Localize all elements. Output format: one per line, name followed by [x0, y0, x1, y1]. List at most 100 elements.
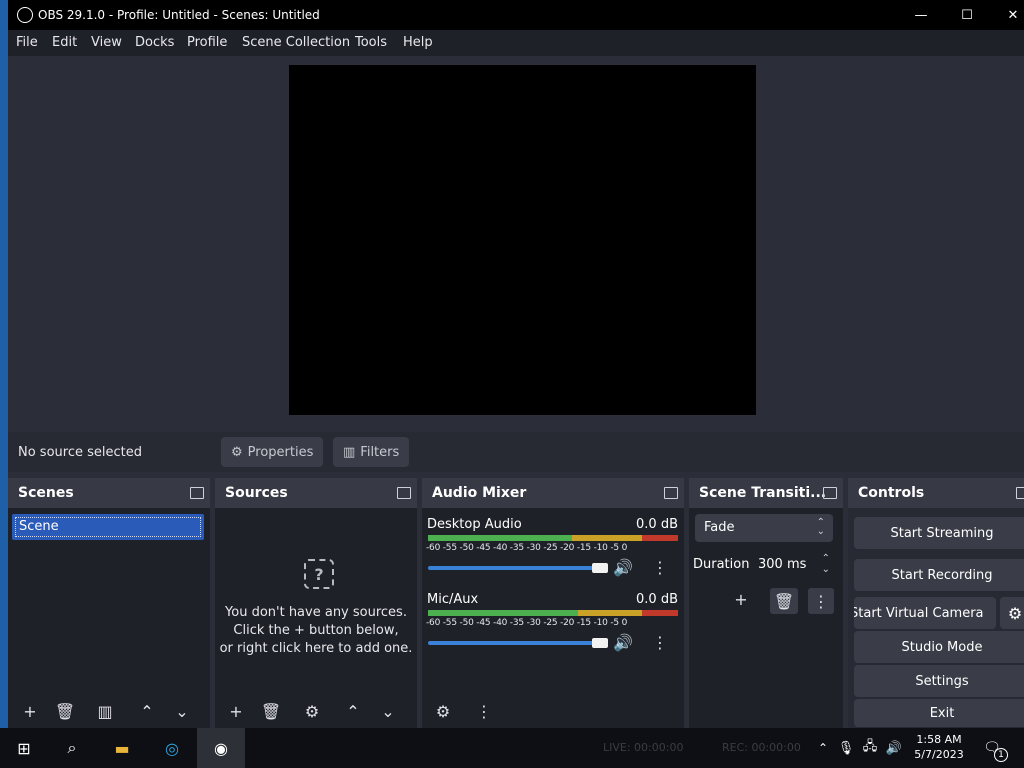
source-toolbar: No source selected ⚙ Properties ▥ Filter… — [8, 432, 1024, 472]
filter-icon[interactable]: ▥ — [94, 700, 116, 722]
menu-edit[interactable]: Edit — [52, 35, 77, 50]
scenes-title: Scenes — [18, 485, 74, 501]
preview-canvas[interactable] — [289, 65, 756, 415]
channel-level: 0.0 dB — [636, 592, 678, 607]
trash-icon[interactable]: 🗑 — [54, 700, 76, 722]
volume-meter-red — [642, 535, 678, 541]
volume-slider-handle[interactable] — [592, 563, 608, 573]
microphone-icon[interactable]: 🎙 — [833, 736, 859, 760]
properties-label: Properties — [247, 444, 314, 460]
transition-select[interactable]: Fade ⌃ ⌄ — [695, 514, 833, 542]
close-button[interactable]: ✕ — [990, 0, 1024, 30]
advanced-audio-gear-icon[interactable]: ⚙ — [432, 700, 454, 722]
menu-docks[interactable]: Docks — [135, 35, 174, 50]
menu-tools[interactable]: Tools — [355, 35, 387, 50]
volume-slider-handle[interactable] — [592, 638, 608, 648]
volume-meter-yellow — [572, 535, 642, 541]
sources-list[interactable]: ? You don't have any sources. Click the … — [215, 508, 417, 728]
menu-view[interactable]: View — [91, 35, 122, 50]
sources-dock: Sources ? You don't have any sources. Cl… — [215, 478, 417, 728]
audio-mixer-title: Audio Mixer — [432, 485, 527, 501]
menu-help[interactable]: Help — [403, 35, 433, 50]
sources-toolbar: + 🗑 ⚙ ⌃ ⌄ — [215, 700, 417, 728]
chevron-up-icon[interactable]: ⌃ — [136, 700, 158, 722]
scenes-list: Scene — [8, 508, 210, 728]
properties-button[interactable]: ⚙ Properties — [221, 437, 324, 467]
virtual-camera-label: Start Virtual Camera — [854, 605, 984, 621]
sources-dock-header: Sources — [215, 478, 417, 508]
speaker-icon[interactable]: 🔊 — [881, 736, 907, 760]
audio-mixer-toolbar: ⚙ ⋮ — [422, 700, 684, 728]
start-virtual-camera-button[interactable]: Start Virtual Camera — [854, 597, 996, 629]
window-left-edge — [0, 0, 8, 738]
menu-file[interactable]: File — [16, 35, 38, 50]
trash-icon[interactable]: 🗑 — [770, 588, 798, 614]
empty-sources-line2: Click the + button below, — [233, 623, 399, 638]
trash-icon[interactable]: 🗑 — [260, 700, 282, 722]
list-item[interactable]: Scene — [12, 514, 204, 540]
network-icon[interactable]: 🖧 — [857, 736, 883, 760]
exit-button[interactable]: Exit — [854, 699, 1024, 727]
volume-meter-green — [428, 535, 572, 541]
scenes-dock: Scenes Scene + 🗑 ▥ ⌃ ⌄ — [8, 478, 210, 728]
duration-spinbox[interactable]: 300 ms ⌃ ⌄ — [750, 550, 836, 578]
volume-meter-red — [642, 610, 678, 616]
minimize-button[interactable]: — — [898, 0, 944, 30]
windows-start-icon[interactable]: ⊞ — [11, 736, 37, 760]
scene-transitions-dock: Scene Transiti... Fade ⌃ ⌄ Duration 300 m… — [689, 478, 843, 728]
kebab-menu-icon[interactable]: ⋮ — [649, 631, 671, 653]
transitions-title: Scene Transiti... — [699, 485, 827, 501]
gear-icon: ⚙ — [1007, 603, 1023, 623]
channel-level: 0.0 dB — [636, 517, 678, 532]
filter-icon: ▥ — [343, 444, 356, 460]
gear-icon: ⚙ — [231, 444, 243, 460]
controls-header: Controls — [848, 478, 1024, 508]
empty-sources-line3: or right click here to add one. — [219, 641, 413, 656]
undock-icon[interactable] — [664, 487, 678, 499]
speaker-icon[interactable]: 🔊 — [612, 631, 634, 653]
kebab-menu-icon[interactable]: ⋮ — [808, 588, 834, 614]
transitions-body: Fade ⌃ ⌄ Duration 300 ms ⌃ ⌄ + 🗑 ⋮ — [689, 508, 843, 728]
virtual-camera-settings-button[interactable]: ⚙ — [1000, 597, 1024, 629]
undock-icon[interactable] — [190, 487, 204, 499]
window-title: OBS 29.1.0 - Profile: Untitled - Scenes:… — [38, 8, 320, 22]
chevron-down-icon[interactable]: ⌄ — [377, 700, 399, 722]
menu-profile[interactable]: Profile — [187, 35, 227, 50]
clock-time: 1:58 AM — [916, 733, 962, 746]
volume-slider[interactable] — [428, 566, 598, 570]
controls-dock: Controls Start Streaming Start Recording… — [848, 478, 1024, 728]
add-icon[interactable]: + — [225, 700, 247, 722]
undock-icon[interactable] — [823, 487, 837, 499]
search-icon[interactable]: ⌕ — [59, 736, 85, 760]
obs-taskbar-icon[interactable]: ◉ — [197, 728, 245, 768]
start-streaming-button[interactable]: Start Streaming — [854, 517, 1024, 549]
menu-bar: File Edit View Docks Profile Scene Colle… — [8, 30, 1024, 56]
chevron-down-icon[interactable]: ⌄ — [171, 700, 193, 722]
gear-icon[interactable]: ⚙ — [301, 700, 323, 722]
kebab-menu-icon[interactable]: ⋮ — [649, 556, 671, 578]
add-icon[interactable]: + — [19, 700, 41, 722]
filters-button[interactable]: ▥ Filters — [333, 437, 410, 467]
start-recording-button[interactable]: Start Recording — [854, 559, 1024, 591]
clock[interactable]: 1:58 AM 5/7/2023 — [914, 732, 964, 762]
file-explorer-icon[interactable]: ▬ — [109, 736, 135, 760]
obs-logo-icon — [17, 7, 33, 23]
undock-icon[interactable] — [1016, 487, 1024, 499]
kebab-menu-icon[interactable]: ⋮ — [473, 700, 495, 722]
maximize-button[interactable]: ☐ — [944, 0, 990, 30]
add-icon[interactable]: + — [730, 588, 752, 610]
speaker-icon[interactable]: 🔊 — [612, 556, 634, 578]
undock-icon[interactable] — [397, 487, 411, 499]
empty-sources-line1: You don't have any sources. — [225, 605, 407, 620]
filters-label: Filters — [360, 444, 400, 460]
chevron-updown-icon: ⌃ ⌄ — [816, 517, 825, 537]
settings-button[interactable]: Settings — [854, 665, 1024, 697]
edge-browser-icon[interactable]: ◎ — [159, 736, 185, 760]
channel-name: Desktop Audio — [427, 517, 522, 532]
audio-mixer-dock: Audio Mixer Desktop Audio 0.0 dB -60 -55… — [422, 478, 684, 728]
menu-scene-collection[interactable]: Scene Collection — [242, 35, 350, 50]
stepper-icon[interactable]: ⌃ ⌄ — [822, 553, 830, 575]
studio-mode-button[interactable]: Studio Mode — [854, 631, 1024, 663]
volume-slider[interactable] — [428, 641, 598, 645]
chevron-up-icon[interactable]: ⌃ — [342, 700, 364, 722]
